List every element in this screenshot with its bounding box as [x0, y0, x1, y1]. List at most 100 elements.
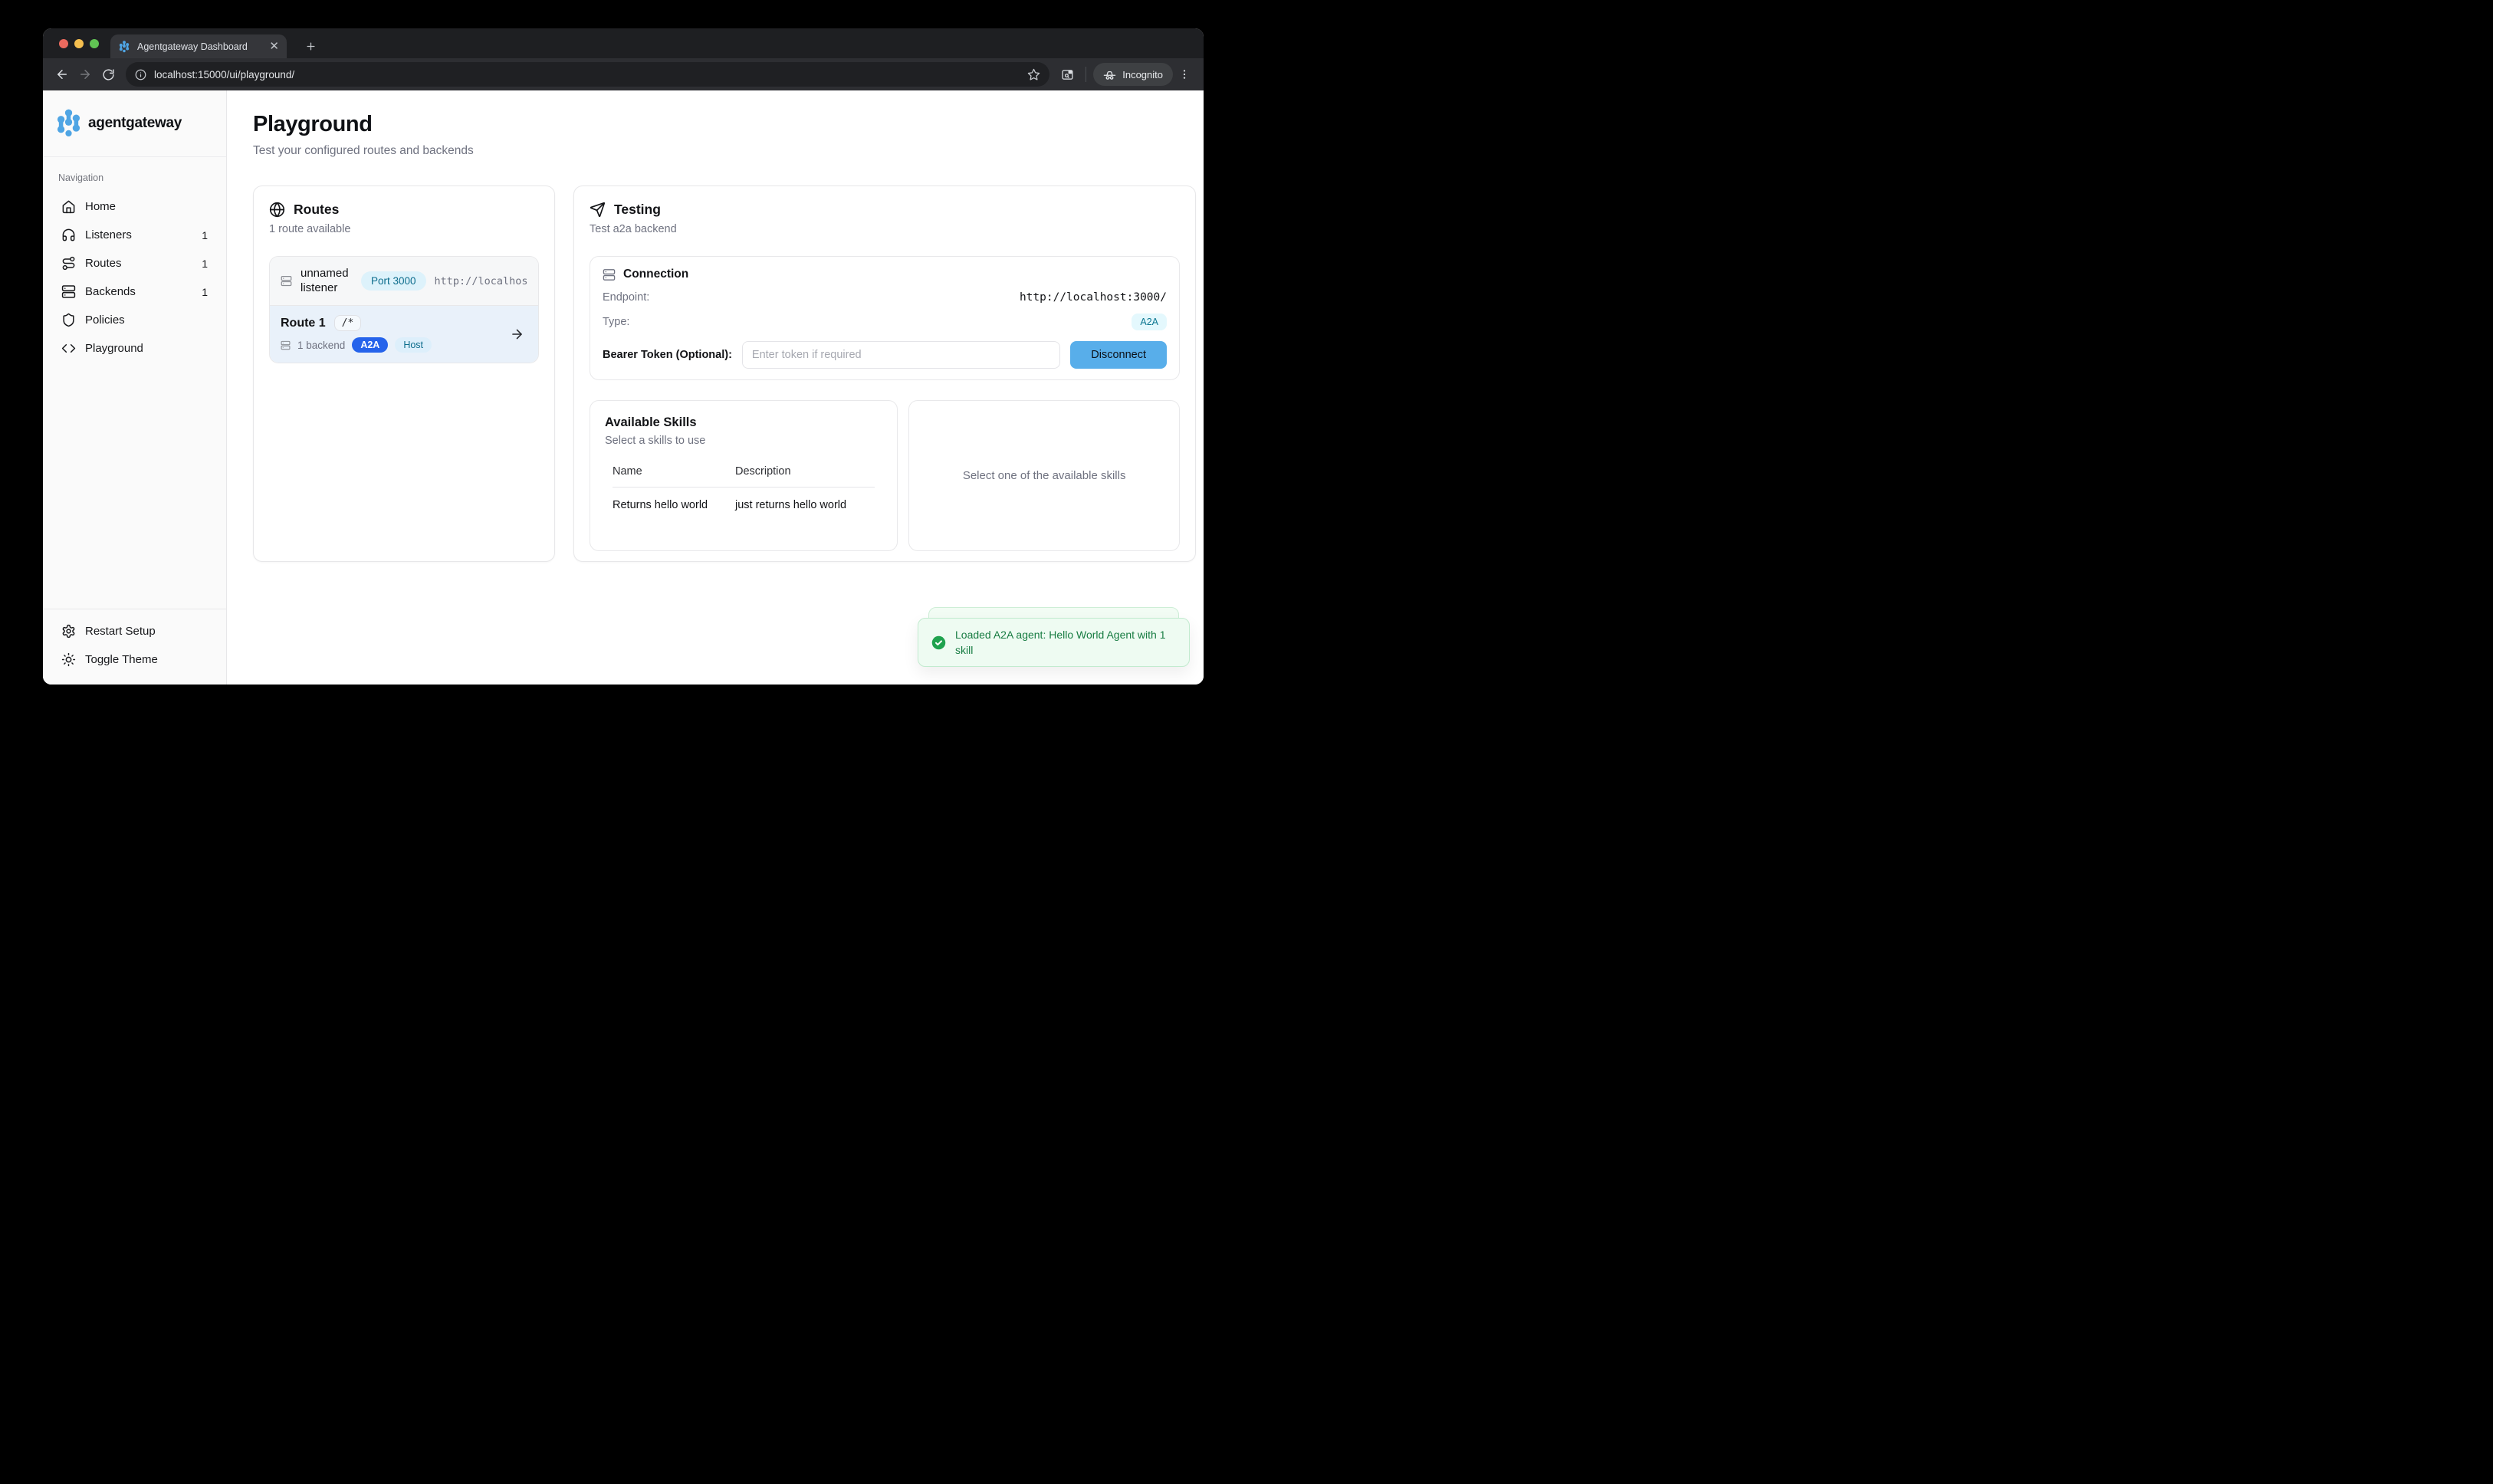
tab-title: Agentgateway Dashboard — [137, 41, 262, 52]
sidebar-item-policies[interactable]: Policies — [54, 306, 215, 334]
sidebar-item-routes[interactable]: Routes 1 — [54, 249, 215, 277]
browser-toolbar: localhost:15000/ui/playground/ Incognito — [43, 58, 1204, 90]
sidebar-item-count: 1 — [202, 229, 208, 241]
skills-table: Name Description Returns hello world jus… — [613, 465, 875, 511]
zoom-window-button[interactable] — [90, 39, 99, 48]
listener-url: http://localhost:3000/ — [435, 275, 527, 287]
forward-button[interactable] — [74, 63, 97, 86]
reload-button[interactable] — [97, 63, 120, 86]
skill-detail-panel: Select one of the available skills — [908, 400, 1180, 551]
disconnect-button[interactable]: Disconnect — [1070, 341, 1167, 369]
routes-card: Routes 1 route available unnamed listene… — [253, 186, 555, 562]
page-content: agentgateway Navigation Home Listeners — [43, 90, 1204, 685]
available-skills-subtitle: Select a skills to use — [605, 435, 882, 447]
gear-icon — [61, 624, 76, 639]
testing-card-subtitle: Test a2a backend — [590, 223, 1180, 235]
route-host-badge: Host — [395, 337, 432, 353]
server-icon — [281, 275, 292, 287]
tab-close-icon[interactable]: ✕ — [269, 41, 279, 52]
app-logo-text: agentgateway — [88, 115, 182, 132]
route-a2a-badge: A2A — [352, 337, 388, 353]
sidebar-item-label: Listeners — [85, 228, 132, 241]
endpoint-value: http://localhost:3000/ — [1020, 291, 1167, 304]
toggle-theme-button[interactable]: Toggle Theme — [54, 645, 215, 674]
bookmark-star-icon[interactable] — [1027, 68, 1040, 81]
available-skills-panel: Available Skills Select a skills to use … — [590, 400, 898, 551]
arrow-right-icon[interactable] — [510, 327, 524, 342]
testing-card: Testing Test a2a backend Connection Endp… — [573, 186, 1196, 562]
home-icon — [61, 199, 76, 214]
incognito-badge: Incognito — [1093, 63, 1173, 86]
sidebar-item-label: Home — [85, 200, 116, 213]
nav-section-label: Navigation — [58, 172, 215, 183]
sidebar-item-label: Policies — [85, 314, 125, 327]
skill-name[interactable]: Returns hello world — [613, 499, 735, 511]
sidebar-footer: Restart Setup Toggle Theme — [43, 609, 226, 685]
listener-name: unnamed listener — [301, 267, 353, 296]
route-name: Route 1 — [281, 317, 326, 330]
sidebar-item-label: Backends — [85, 285, 136, 298]
browser-window: Agentgateway Dashboard ✕ localhost:15000… — [43, 28, 1204, 685]
side-panel-search-icon[interactable] — [1056, 63, 1079, 86]
port-badge: Port 3000 — [361, 271, 426, 291]
success-toast[interactable]: Loaded A2A agent: Hello World Agent with… — [918, 618, 1190, 667]
headphones-icon — [61, 228, 76, 242]
sidebar-item-label: Routes — [85, 257, 122, 270]
shield-icon — [61, 313, 76, 327]
browser-tab[interactable]: Agentgateway Dashboard ✕ — [110, 34, 287, 58]
sidebar-item-listeners[interactable]: Listeners 1 — [54, 221, 215, 249]
main-area: Playground Test your configured routes a… — [227, 90, 1204, 685]
route-path-badge: /* — [334, 315, 362, 331]
routes-card-title: Routes — [294, 202, 339, 218]
connection-title: Connection — [623, 268, 688, 281]
site-info-icon[interactable] — [135, 69, 146, 80]
sun-icon — [61, 652, 76, 667]
sidebar-item-playground[interactable]: Playground — [54, 334, 215, 363]
bearer-token-label: Bearer Token (Optional): — [603, 349, 732, 361]
page-subtitle: Test your configured routes and backends — [253, 144, 1204, 158]
app-logo[interactable]: agentgateway — [43, 90, 226, 157]
close-window-button[interactable] — [59, 39, 68, 48]
page-title: Playground — [253, 112, 1204, 137]
routes-card-subtitle: 1 route available — [269, 223, 539, 235]
skill-detail-placeholder: Select one of the available skills — [963, 469, 1126, 482]
address-bar[interactable]: localhost:15000/ui/playground/ — [126, 62, 1049, 87]
new-tab-button[interactable] — [301, 36, 320, 56]
type-a2a-badge: A2A — [1132, 314, 1167, 330]
minimize-window-button[interactable] — [74, 39, 84, 48]
restart-setup-label: Restart Setup — [85, 625, 156, 638]
endpoint-label: Endpoint: — [603, 291, 649, 304]
skills-column-description: Description — [735, 465, 875, 478]
sidebar-nav: Navigation Home Listeners 1 — [43, 157, 226, 363]
skills-column-name: Name — [613, 465, 735, 478]
server-icon — [603, 268, 616, 281]
restart-setup-button[interactable]: Restart Setup — [54, 617, 215, 645]
route-item[interactable]: Route 1 /* 1 backend A2A Host — [270, 306, 538, 363]
url-text[interactable]: localhost:15000/ui/playground/ — [154, 69, 1020, 80]
listener-group: unnamed listener Port 3000 http://localh… — [269, 256, 539, 363]
incognito-icon — [1103, 68, 1116, 81]
server-icon — [281, 340, 291, 350]
back-button[interactable] — [51, 63, 74, 86]
sidebar-item-label: Playground — [85, 342, 143, 355]
route-backend-count: 1 backend — [297, 340, 345, 351]
toast-message: Loaded A2A agent: Hello World Agent with… — [955, 627, 1177, 658]
server-icon — [61, 284, 76, 299]
incognito-label: Incognito — [1122, 69, 1163, 80]
send-icon — [590, 202, 606, 218]
testing-card-title: Testing — [614, 202, 661, 218]
favicon-agentgateway-icon — [118, 41, 130, 53]
tab-strip: Agentgateway Dashboard ✕ — [43, 28, 1204, 58]
skill-row[interactable]: Returns hello world just returns hello w… — [613, 488, 875, 511]
check-circle-icon — [931, 635, 947, 651]
sidebar-item-home[interactable]: Home — [54, 192, 215, 221]
sidebar-item-backends[interactable]: Backends 1 — [54, 277, 215, 306]
connection-panel: Connection Endpoint: http://localhost:30… — [590, 256, 1180, 380]
bearer-token-input[interactable] — [742, 341, 1060, 369]
available-skills-title: Available Skills — [605, 415, 882, 430]
toggle-theme-label: Toggle Theme — [85, 653, 158, 666]
browser-menu-icon[interactable] — [1173, 63, 1196, 86]
skill-description: just returns hello world — [735, 499, 875, 511]
sidebar-item-count: 1 — [202, 286, 208, 298]
window-controls — [59, 39, 99, 48]
